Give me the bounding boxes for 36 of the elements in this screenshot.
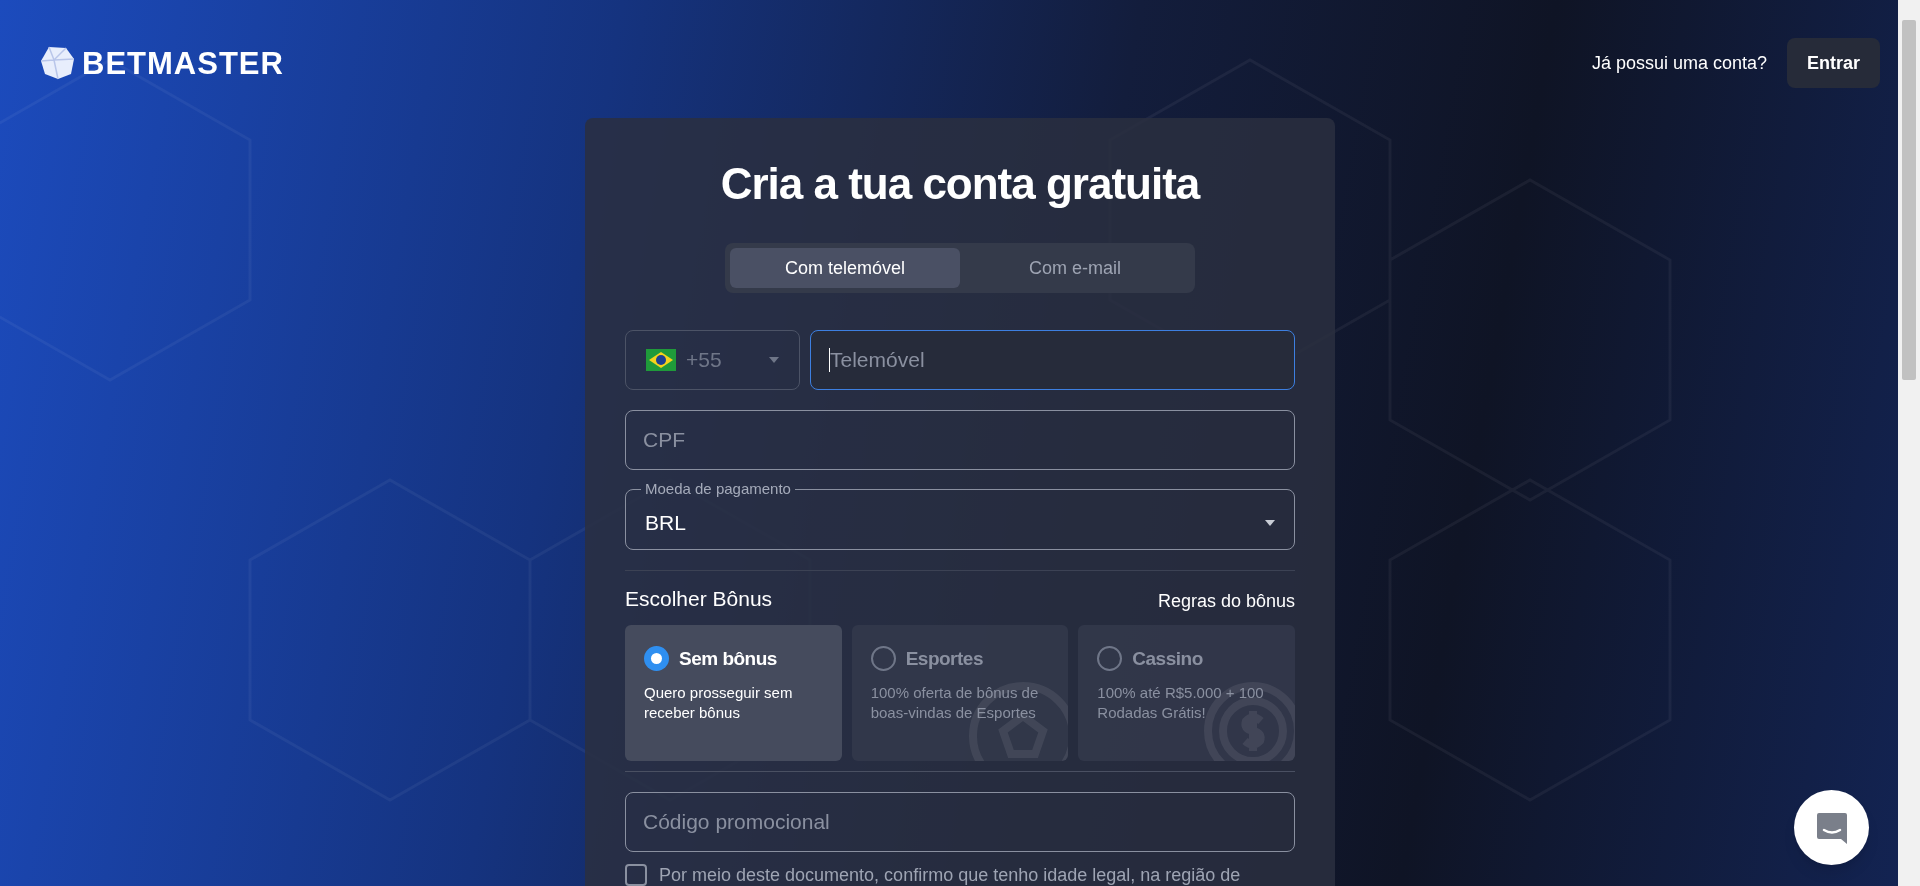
radio-button[interactable] xyxy=(870,646,896,672)
currency-select[interactable]: Moeda de pagamento BRL xyxy=(625,480,1295,550)
consent-text: Por meio deste documento, confirmo que tenho idade legal, na região de xyxy=(659,864,1241,885)
field-label: Moeda de pagamento xyxy=(644,480,792,498)
bonus-title: Esportes xyxy=(905,646,983,671)
currency-value: BRL xyxy=(645,509,686,536)
radio-button[interactable] xyxy=(1097,646,1123,672)
cpf-field[interactable]: CPF xyxy=(625,410,1295,470)
section-heading: Escolher Bônus xyxy=(625,586,773,612)
caret-icon xyxy=(1265,519,1275,526)
bonus-rules-link[interactable]: Regras do bônus xyxy=(1157,587,1295,615)
login-button[interactable]: Entrar xyxy=(1787,38,1880,88)
bonus-option-card[interactable]: Sem bônus Quero prosseguir sem receber bônus xyxy=(625,624,842,761)
bonus-option-card[interactable]: Cassino 100% até R$5.000 + 100 Rodadas Grátis! xyxy=(1078,624,1295,761)
flag-icon xyxy=(646,349,676,371)
scrollbar-thumb[interactable] xyxy=(1902,20,1916,380)
chat-icon xyxy=(1814,810,1849,845)
radio-button[interactable] xyxy=(644,646,669,672)
form-title: Cria a tua conta gratuita xyxy=(719,162,1202,206)
bonus-description: Quero prosseguir sem receber bônus xyxy=(644,683,794,723)
bonus-title: Cassino xyxy=(1132,646,1203,671)
country-code: +55 xyxy=(686,347,722,374)
tab[interactable]: Com telemóvel xyxy=(730,248,960,288)
caret-icon xyxy=(769,357,779,363)
tab[interactable]: Com e-mail xyxy=(960,248,1190,288)
promo-code-field[interactable]: Código promocional xyxy=(625,791,1295,852)
bonus-option-card[interactable]: Esportes 100% oferta de bônus de boas-vindas de Esportes xyxy=(851,624,1069,761)
bonus-description: 100% até R$5.000 + 100 Rodadas Grátis! xyxy=(1097,683,1265,723)
bonus-description: 100% oferta de bônus de boas-vindas de Esportes xyxy=(870,683,1040,723)
bonus-title: Sem bônus xyxy=(679,646,777,671)
phone-field[interactable]: Telemóvel xyxy=(810,330,1295,390)
logo-icon xyxy=(40,46,76,80)
consent-checkbox[interactable] xyxy=(625,863,647,886)
logo-text: BETMASTER xyxy=(82,47,284,79)
text-cursor xyxy=(829,348,830,372)
account-prompt: Já possui uma conta? xyxy=(1591,51,1767,75)
